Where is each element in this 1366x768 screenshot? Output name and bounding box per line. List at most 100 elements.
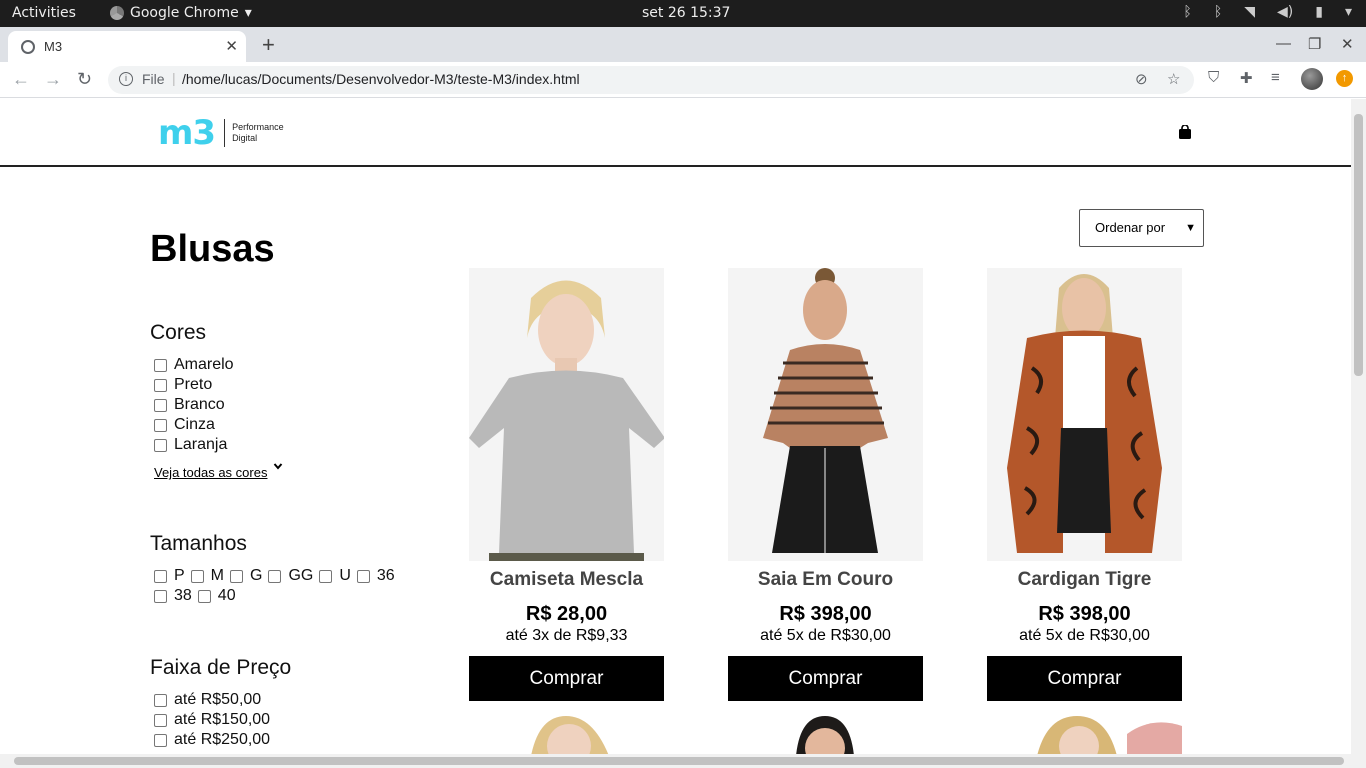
sort-select[interactable]: Ordenar por ▼ [1079, 209, 1204, 247]
checkbox[interactable] [154, 589, 167, 603]
restore-button[interactable]: ❐ [1308, 35, 1321, 53]
star-icon[interactable]: ☆ [1167, 70, 1180, 88]
address-bar[interactable]: i File | /home/lucas/Documents/Desenvolv… [108, 66, 1194, 94]
checkbox[interactable] [319, 569, 333, 583]
product-name[interactable]: Camiseta Mescla [469, 569, 664, 591]
product-installments: até 5x de R$30,00 [1019, 627, 1150, 644]
tab-title: M3 [44, 39, 63, 54]
url-text[interactable]: /home/lucas/Documents/Desenvolvedor-M3/t… [182, 71, 580, 87]
checkbox[interactable] [154, 378, 167, 392]
filter-size-option[interactable]: P [154, 567, 185, 585]
filter-price-title: Faixa de Preço [150, 656, 292, 679]
filter-price-option[interactable]: até R$150,00 [154, 711, 270, 729]
product-price: R$ 398,00 [1038, 603, 1131, 625]
product-image[interactable] [728, 716, 923, 754]
filter-price-option[interactable]: até R$250,00 [154, 731, 270, 749]
product-price: R$ 28,00 [525, 603, 608, 625]
url-scheme: File [142, 71, 165, 87]
product-name[interactable]: Cardigan Tigre [987, 569, 1182, 591]
product-image[interactable] [469, 716, 664, 754]
battery-icon: ▮ [1315, 4, 1323, 20]
eye-off-icon[interactable]: ⊘ [1135, 70, 1148, 88]
page-viewport: m3 Performance Digital Blusas Ordenar po… [0, 99, 1351, 754]
app-menu[interactable]: Google Chrome ▾ [110, 5, 252, 21]
filter-color-option[interactable]: Preto [154, 376, 212, 394]
filter-size-option[interactable]: M [190, 567, 224, 585]
site-logo[interactable]: m3 Performance Digital [158, 116, 284, 150]
browser-tab[interactable]: M3 ✕ [8, 31, 246, 62]
product-price: R$ 398,00 [779, 603, 872, 625]
globe-icon [21, 40, 35, 54]
filter-size-option[interactable]: 40 [197, 587, 236, 605]
vertical-scrollbar[interactable] [1351, 99, 1366, 754]
horizontal-scrollbar[interactable] [0, 754, 1366, 768]
filter-size-option[interactable]: U [319, 567, 351, 585]
checkbox[interactable] [154, 713, 167, 727]
new-tab-button[interactable]: + [262, 32, 275, 58]
os-top-bar: Activities Google Chrome ▾ set 26 15:37 … [0, 0, 1366, 27]
wifi-icon: ◥ [1244, 4, 1256, 20]
filter-color-option[interactable]: Laranja [154, 436, 227, 454]
filter-sizes-title: Tamanhos [150, 532, 247, 555]
checkbox[interactable] [268, 569, 282, 583]
app-menu-label: Google Chrome [130, 5, 239, 21]
checkbox[interactable] [230, 569, 243, 583]
filter-color-option[interactable]: Cinza [154, 416, 215, 434]
filter-color-option[interactable]: Amarelo [154, 356, 234, 374]
page-title: Blusas [150, 228, 275, 270]
activities-button[interactable]: Activities [12, 5, 76, 21]
checkbox[interactable] [154, 418, 167, 432]
bluetooth-icon: ᛒ [1213, 4, 1223, 20]
chrome-icon [110, 6, 124, 20]
update-icon[interactable]: ↑ [1336, 70, 1353, 87]
checkbox[interactable] [154, 693, 167, 707]
see-all-colors-link[interactable]: Veja todas as cores [154, 465, 267, 480]
filter-size-option[interactable]: 38 [154, 587, 192, 605]
checkbox[interactable] [154, 438, 167, 452]
avatar[interactable] [1301, 68, 1323, 90]
product-image[interactable] [987, 268, 1182, 561]
product-installments: até 3x de R$9,33 [505, 627, 628, 644]
product-image[interactable] [987, 716, 1182, 754]
checkbox[interactable] [197, 589, 211, 603]
chevron-down-icon: ▾ [1344, 4, 1352, 20]
shopping-bag-icon[interactable] [1178, 125, 1192, 139]
info-icon[interactable]: i [119, 72, 133, 86]
tab-strip: M3 ✕ [0, 27, 1366, 62]
checkbox[interactable] [190, 569, 204, 583]
product-image[interactable] [728, 268, 923, 561]
back-button[interactable]: ← [12, 69, 30, 90]
volume-icon: ◀) [1277, 4, 1294, 20]
product-image[interactable] [469, 268, 664, 561]
window-close-button[interactable]: ✕ [1341, 35, 1354, 53]
filter-price-option[interactable]: até R$50,00 [154, 691, 261, 709]
filter-color-option[interactable]: Branco [154, 396, 225, 414]
media-queue-icon[interactable]: ≡ [1271, 69, 1280, 86]
checkbox[interactable] [154, 398, 167, 412]
buy-button[interactable]: Comprar [987, 656, 1182, 701]
url-separator: | [172, 70, 176, 86]
chevron-down-icon[interactable] [273, 461, 283, 471]
filter-colors-title: Cores [150, 321, 207, 344]
clock[interactable]: set 26 15:37 [642, 5, 730, 21]
puzzle-icon[interactable]: ✚ [1240, 69, 1253, 87]
checkbox[interactable] [356, 569, 370, 583]
scrollbar-thumb[interactable] [1354, 114, 1363, 376]
bluetooth-icon: ᛒ [1183, 4, 1192, 20]
buy-button[interactable]: Comprar [469, 656, 664, 701]
reload-button[interactable]: ↻ [77, 69, 92, 90]
scrollbar-thumb[interactable] [14, 757, 1344, 765]
buy-button[interactable]: Comprar [728, 656, 923, 701]
shield-icon[interactable]: ⛉ [1208, 69, 1219, 86]
close-icon[interactable]: ✕ [225, 37, 238, 55]
checkbox[interactable] [154, 733, 167, 747]
filter-size-option[interactable]: 36 [356, 567, 395, 585]
filter-size-option[interactable]: GG [268, 567, 313, 585]
filter-size-option[interactable]: G [230, 567, 262, 585]
product-name[interactable]: Saia Em Couro [728, 569, 923, 591]
minimize-button[interactable]: — [1276, 35, 1291, 52]
checkbox[interactable] [154, 569, 167, 583]
forward-button[interactable]: → [44, 69, 62, 90]
system-tray[interactable]: ᛒ ᛒ ◥ ◀) ▮ ▾ [1183, 4, 1352, 20]
checkbox[interactable] [154, 358, 167, 372]
